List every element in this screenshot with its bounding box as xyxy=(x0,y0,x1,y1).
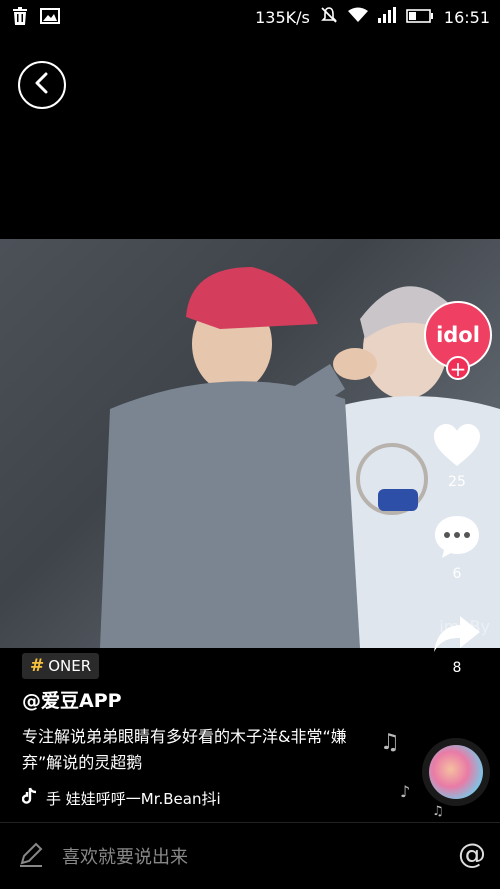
comment-bar[interactable]: 喜欢就要说出来 @ xyxy=(0,822,500,889)
hashtag-label: ONER xyxy=(48,657,92,675)
network-speed: 135K/s xyxy=(255,7,310,27)
hashtag-icon: # xyxy=(30,656,45,676)
comment-icon xyxy=(432,516,482,564)
battery-icon xyxy=(406,8,434,27)
follow-button[interactable]: + xyxy=(446,356,470,380)
like-action[interactable]: 25 xyxy=(422,422,492,490)
music-note-icon: ♫ xyxy=(380,730,400,755)
status-bar: 135K/s 16:51 xyxy=(0,0,500,34)
trash-icon xyxy=(12,7,28,29)
comment-input[interactable]: 喜欢就要说出来 xyxy=(62,843,188,869)
music-info[interactable]: 手 娃娃呼呼一Mr.Bean抖i xyxy=(21,787,221,809)
wifi-icon xyxy=(347,7,368,27)
clock: 16:51 xyxy=(443,7,490,27)
status-right: 135K/s 16:51 xyxy=(255,6,490,28)
music-disc[interactable] xyxy=(422,738,490,806)
share-action[interactable]: 8 xyxy=(422,614,492,676)
signal-icon xyxy=(377,7,396,27)
video-description: 专注解说弟弟眼睛有多好看的木子洋&非常“嫌弃”解说的灵超鹅 xyxy=(22,727,347,772)
status-left xyxy=(12,7,60,29)
creator-logo: idol xyxy=(436,323,480,347)
mute-icon xyxy=(320,6,338,28)
back-button[interactable] xyxy=(18,61,66,109)
disc-cover xyxy=(429,745,483,799)
author-name[interactable]: @爱豆APP xyxy=(22,686,122,713)
like-count: 25 xyxy=(448,474,466,490)
mention-button[interactable]: @ xyxy=(458,837,486,870)
heart-icon xyxy=(432,424,482,472)
pencil-icon xyxy=(18,841,44,871)
share-count: 8 xyxy=(452,660,462,676)
hashtag-chip[interactable]: # ONER xyxy=(22,653,100,679)
share-icon xyxy=(432,616,482,658)
music-note-icon: ♪ xyxy=(400,782,411,801)
tiktok-note-icon xyxy=(21,787,38,809)
music-note-icon: ♫ xyxy=(432,804,444,819)
comment-count: 6 xyxy=(452,566,462,582)
comment-action[interactable]: 6 xyxy=(422,514,492,582)
music-title: 手 娃娃呼呼一Mr.Bean抖i xyxy=(46,789,221,808)
chevron-left-icon xyxy=(34,72,50,98)
image-icon xyxy=(40,8,60,28)
